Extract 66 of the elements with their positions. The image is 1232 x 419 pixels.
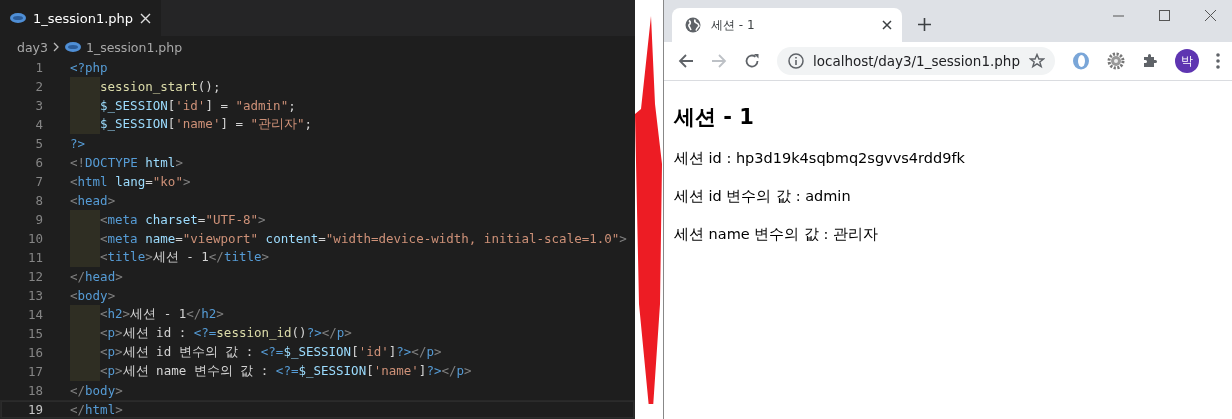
breadcrumb-item[interactable]: 1_session1.php [85,39,183,55]
line-number: 15 [26,326,43,341]
line-number: 9 [34,212,43,227]
code-line: <body> [70,288,116,303]
address-bar[interactable]: localhost/day3/1_session1.php [777,47,1055,75]
line-number: 13 [26,288,43,303]
new-tab-icon[interactable] [918,18,931,31]
editor-tab[interactable]: 1_session1.php [0,0,162,36]
maximize-icon[interactable] [1159,10,1170,21]
code-line: session_start(); [100,79,221,94]
code-line: <p>세션 id 변수의 값 : <?=$_SESSION['id']?></p> [100,344,442,361]
code-line: </html> [70,402,123,417]
reload-icon[interactable] [744,53,760,69]
code-line: <html lang="ko"> [70,174,191,189]
page-paragraph: 세션 name 변수의 값 : 관리자 [674,225,880,244]
code-line: <title>세션 - 1</title> [100,249,270,266]
code-line: </head> [70,269,123,284]
gear-icon[interactable] [1107,52,1125,70]
code-line: <p>세션 id : <?=session_id()?></p> [100,325,352,342]
code-line: ?> [70,136,86,151]
line-number: 10 [26,231,43,246]
close-icon[interactable] [1205,10,1216,21]
code-line: <p>세션 name 변수의 값 : <?=$_SESSION['name']?></p> [100,363,472,380]
code-line: <meta name="viewport" content="width=device-width, initial-scale=1.0"> [100,231,627,246]
line-number: 8 [34,193,43,208]
page-paragraph: 세션 id : hp3d19k4sqbmq2sgvvs4rdd9fk [674,149,966,168]
code-line: <!DOCTYPE html> [70,155,183,170]
code-line: <?php [70,60,108,75]
code-line: <meta charset="UTF-8"> [100,212,266,227]
close-icon[interactable] [882,20,892,30]
url-text: localhost/day3/1_session1.php [813,53,1020,69]
line-number: 1 [34,60,43,75]
line-number: 7 [34,174,43,189]
menu-icon[interactable] [1216,53,1220,69]
back-icon[interactable] [678,53,694,69]
page-paragraph: 세션 id 변수의 값 : admin [674,187,852,206]
code-line: <head> [70,193,116,208]
breadcrumb-item[interactable]: day3 [17,39,48,55]
line-number: 16 [26,345,43,360]
tab-title: 세션 - 1 [711,16,756,34]
puzzle-icon[interactable] [1142,53,1158,69]
php-file-icon [64,42,81,52]
line-number: 6 [34,155,43,170]
line-number: 12 [26,269,43,284]
php-file-icon [10,13,26,23]
page-heading: 세션 - 1 [674,104,755,131]
code-line: <h2>세션 - 1</h2> [100,306,224,323]
line-number: 17 [26,364,43,379]
code-line: $_SESSION['id'] = "admin"; [100,98,296,113]
star-icon[interactable] [1029,53,1045,69]
browser-tab[interactable]: 세션 - 1 [672,8,902,42]
globe-icon [685,17,701,33]
line-number: 3 [34,98,43,113]
line-number: 11 [26,250,43,265]
code-line: </body> [70,383,123,398]
line-number: 5 [34,136,43,151]
line-number: 4 [34,117,43,132]
chevron-icon [52,42,60,52]
line-number: 2 [34,79,43,94]
code-line: $_SESSION['name'] = "관리자"; [100,116,313,133]
line-number: 19 [26,402,43,417]
info-icon[interactable] [788,53,804,69]
line-number: 14 [26,307,43,322]
line-number: 18 [26,383,43,398]
profile-avatar[interactable]: 박 [1175,49,1199,73]
tab-label: 1_session1.php [33,10,134,26]
